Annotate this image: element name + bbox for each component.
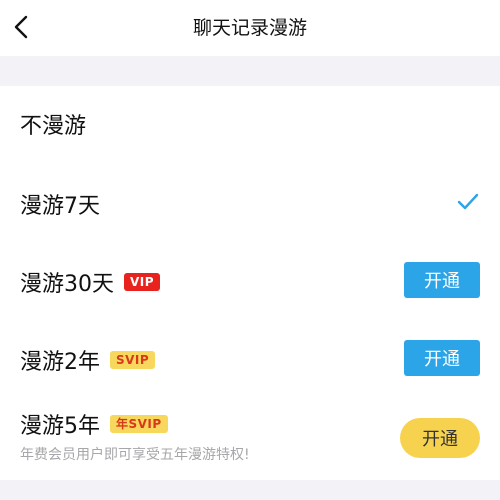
- option-roaming-7-days[interactable]: 漫游7天: [0, 162, 500, 240]
- header-bar: 聊天记录漫游: [0, 0, 500, 56]
- page-title: 聊天记录漫游: [192, 17, 307, 39]
- annual-svip-badge: 年SVIP: [110, 415, 168, 433]
- option-label-group: 漫游2年 SVIP: [20, 344, 156, 376]
- option-roaming-2-years: 漫游2年 SVIP 开通: [0, 318, 500, 396]
- annual-member-note: 年费会员用户即可享受五年漫游特权!: [20, 447, 250, 463]
- option-label-group: 漫游5年 年SVIP: [20, 408, 168, 440]
- option-label: 漫游5年: [20, 414, 100, 439]
- option-label-group: 漫游30天 VIP: [20, 266, 161, 298]
- open-annual-svip-button[interactable]: 开通: [400, 418, 480, 458]
- option-roaming-5-years: 漫游5年 年SVIP 年费会员用户即可享受五年漫游特权! 开通: [0, 396, 500, 480]
- option-label: 漫游7天: [20, 194, 100, 219]
- svip-badge: SVIP: [110, 351, 156, 369]
- option-no-roaming[interactable]: 不漫游: [0, 86, 500, 162]
- vip-badge: VIP: [124, 273, 161, 291]
- open-vip-button[interactable]: 开通: [404, 262, 480, 298]
- option-label: 不漫游: [20, 114, 87, 139]
- roaming-options-list: 不漫游 漫游7天 漫游30天 VIP 开通 漫游2年 SVIP 开通 漫游5年 …: [0, 86, 500, 480]
- option-label: 漫游30天: [20, 272, 114, 297]
- open-svip-button[interactable]: 开通: [404, 340, 480, 376]
- option-roaming-30-days: 漫游30天 VIP 开通: [0, 240, 500, 318]
- checkmark-icon: [457, 193, 479, 210]
- option-label: 漫游2年: [20, 350, 100, 375]
